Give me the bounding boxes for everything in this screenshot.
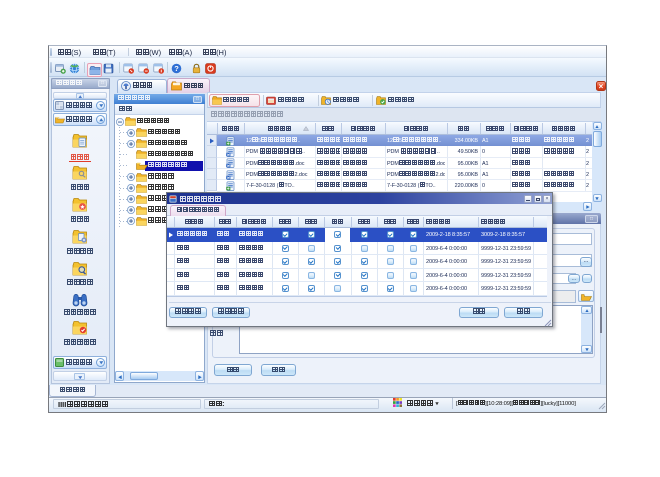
- svg-text:?: ?: [174, 64, 179, 73]
